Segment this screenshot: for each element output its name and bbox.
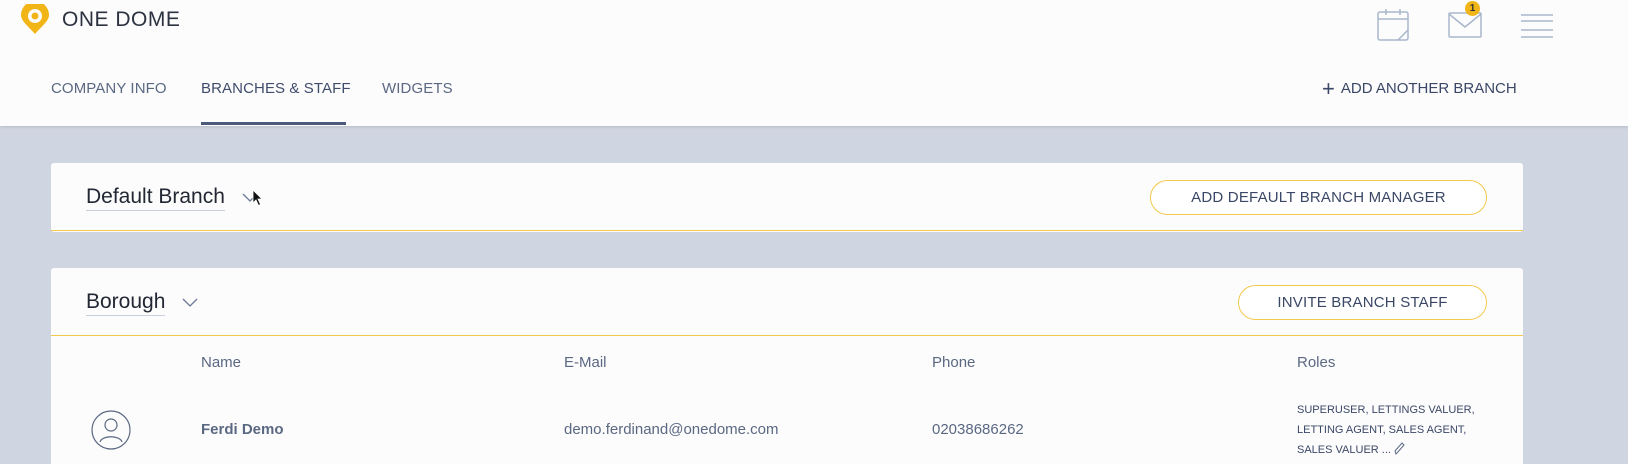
staff-email: demo.ferdinand@onedome.com (564, 421, 779, 438)
tab-branches-staff[interactable]: BRANCHES & STAFF (201, 80, 351, 97)
column-header-email: E-Mail (564, 354, 607, 371)
chevron-down-icon[interactable] (182, 298, 198, 308)
invite-branch-staff-button[interactable]: INVITE BRANCH STAFF (1238, 285, 1487, 320)
branch-card-header: Default Branch ADD DEFAULT BRANCH MANAGE… (51, 163, 1523, 231)
pencil-icon[interactable] (1394, 442, 1405, 455)
roles-line-text: SALES VALUER ... (1297, 444, 1391, 456)
staff-name[interactable]: Ferdi Demo (201, 421, 284, 438)
top-navigation-bar: ONE DOME 1 COMPANY INFO BRANCHES & STAFF… (0, 0, 1628, 126)
column-header-name: Name (201, 354, 242, 371)
column-header-roles: Roles (1297, 354, 1336, 371)
calendar-icon[interactable] (1376, 8, 1410, 42)
staff-phone: 02038686262 (932, 421, 1024, 438)
active-tab-indicator (201, 122, 346, 125)
plus-icon: + (1322, 75, 1335, 101)
branch-card-header: Borough INVITE BRANCH STAFF (51, 268, 1523, 336)
logo[interactable]: ONE DOME (18, 4, 180, 36)
menu-icon[interactable] (1520, 13, 1554, 39)
roles-line: LETTING AGENT, SALES AGENT, (1297, 424, 1467, 436)
add-branch-label: ADD ANOTHER BRANCH (1340, 80, 1517, 97)
staff-roles: SUPERUSER, LETTINGS VALUER, LETTING AGEN… (1297, 400, 1475, 460)
roles-line-last: SALES VALUER ... (1297, 440, 1475, 460)
mouse-cursor-icon (252, 189, 263, 207)
avatar (91, 410, 131, 450)
branch-name[interactable]: Default Branch (86, 185, 225, 211)
column-header-phone: Phone (932, 354, 976, 371)
add-default-branch-manager-button[interactable]: ADD DEFAULT BRANCH MANAGER (1150, 180, 1487, 215)
location-pin-icon (21, 4, 49, 34)
branch-name[interactable]: Borough (86, 290, 166, 316)
brand-name: ONE DOME (62, 8, 181, 31)
mail-count-badge: 1 (1465, 1, 1480, 16)
tab-widgets[interactable]: WIDGETS (382, 80, 453, 97)
mail-icon[interactable] (1448, 12, 1482, 38)
branch-card-default: Default Branch ADD DEFAULT BRANCH MANAGE… (51, 163, 1523, 232)
add-another-branch-button[interactable]: + ADD ANOTHER BRANCH (1322, 75, 1517, 101)
tab-company-info[interactable]: COMPANY INFO (51, 80, 167, 97)
roles-line: SUPERUSER, LETTINGS VALUER, (1297, 404, 1475, 416)
